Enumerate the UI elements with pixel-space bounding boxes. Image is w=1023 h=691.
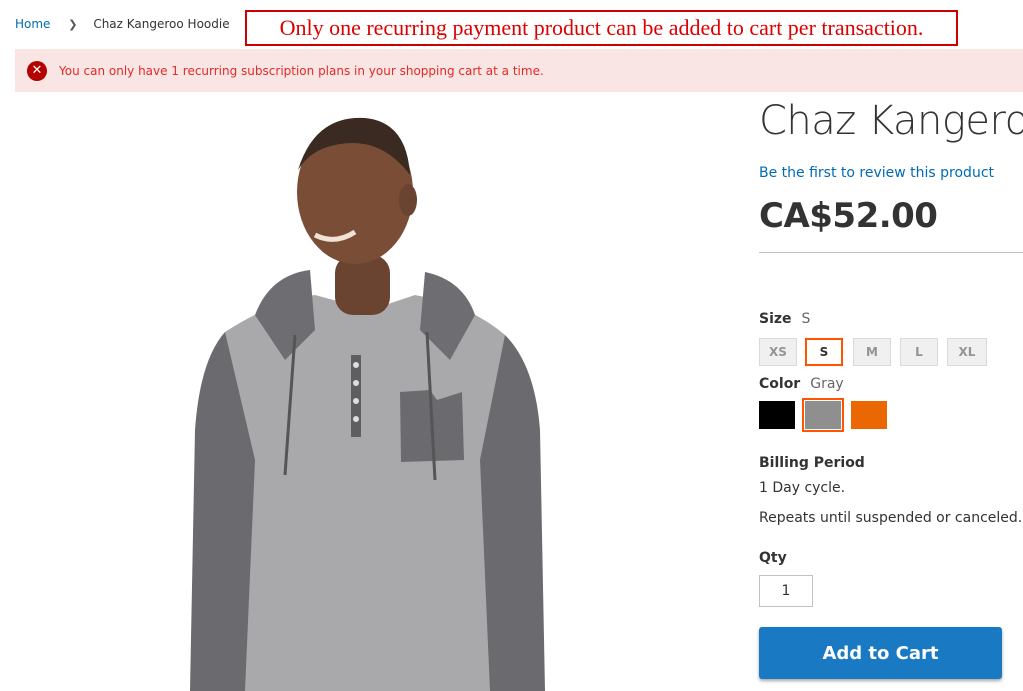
add-to-cart-button[interactable]: Add to Cart xyxy=(759,627,1002,679)
color-swatch-black[interactable] xyxy=(759,401,795,429)
error-message: ✕ You can only have 1 recurring subscrip… xyxy=(15,49,1023,92)
product-title: Chaz Kangeroo Hoodie xyxy=(759,98,1023,144)
color-selected-value: Gray xyxy=(810,376,844,392)
review-link[interactable]: Be the first to review this product xyxy=(759,165,994,181)
size-option-xl[interactable]: XL xyxy=(947,338,987,366)
size-option-xs[interactable]: XS xyxy=(759,338,797,366)
chevron-right-icon: ❯ xyxy=(68,18,78,31)
size-option-l[interactable]: L xyxy=(900,338,938,366)
color-label: Color xyxy=(759,376,801,392)
size-option-s[interactable]: S xyxy=(805,338,843,366)
error-message-text: You can only have 1 recurring subscripti… xyxy=(59,63,544,78)
size-option-m[interactable]: M xyxy=(853,338,891,366)
breadcrumb-current: Chaz Kangeroo Hoodie xyxy=(93,17,230,31)
product-image[interactable] xyxy=(15,100,715,691)
qty-label: Qty xyxy=(759,550,787,566)
size-label: Size xyxy=(759,311,792,327)
breadcrumb: Home ❯ Chaz Kangeroo Hoodie xyxy=(15,17,230,31)
billing-repeat: Repeats until suspended or canceled. xyxy=(759,510,1023,526)
breadcrumb-home-link[interactable]: Home xyxy=(15,17,50,31)
color-swatch-orange[interactable] xyxy=(851,401,887,429)
billing-period-title: Billing Period xyxy=(759,455,865,471)
billing-cycle: 1 Day cycle. xyxy=(759,480,846,496)
size-attribute: Size S xyxy=(759,311,810,327)
annotation-callout: Only one recurring payment product can b… xyxy=(245,10,958,46)
color-attribute: Color Gray xyxy=(759,376,844,392)
product-price: CA$52.00 xyxy=(759,196,938,236)
qty-input[interactable] xyxy=(759,575,813,607)
color-swatch-gray[interactable] xyxy=(802,398,844,432)
error-icon: ✕ xyxy=(27,60,47,81)
size-selected-value: S xyxy=(801,311,811,327)
hoodie-model-image xyxy=(190,117,545,691)
divider xyxy=(759,252,1023,253)
